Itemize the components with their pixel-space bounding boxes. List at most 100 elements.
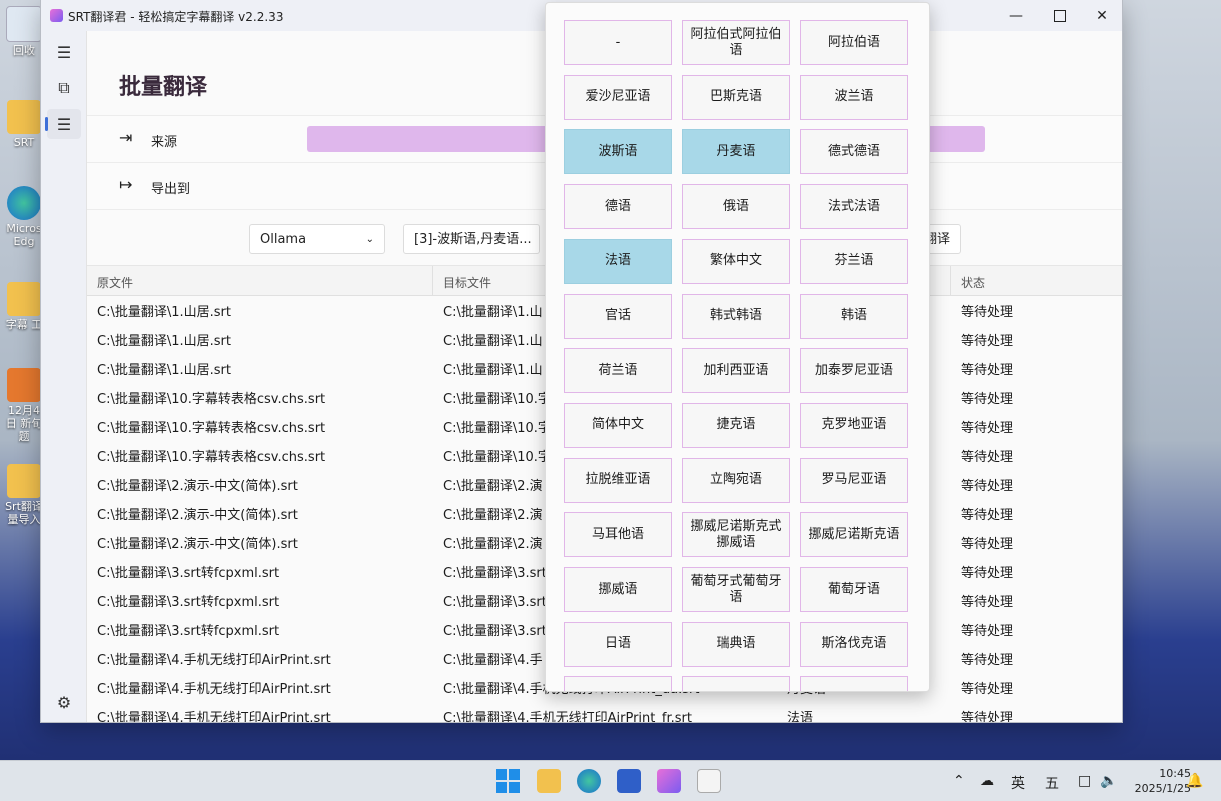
engine-dropdown[interactable]: Ollama ⌄ bbox=[249, 224, 385, 254]
edge-button[interactable] bbox=[577, 769, 601, 793]
language-option[interactable]: 德式德语 bbox=[800, 129, 908, 175]
desktop-icon-label: 12月4日 新旬题 bbox=[5, 404, 43, 443]
language-option[interactable]: 捷克语 bbox=[682, 402, 790, 448]
language-option[interactable]: 荷兰语 bbox=[564, 348, 672, 394]
language-option[interactable]: 日语 bbox=[564, 621, 672, 667]
clock[interactable]: 10:45 2025/1/25 bbox=[1135, 766, 1191, 796]
volume-icon[interactable]: 🔈 bbox=[1100, 773, 1117, 789]
nav-item-single[interactable]: ⧉ bbox=[47, 73, 81, 103]
language-option[interactable]: 阿拉伯语 bbox=[800, 20, 908, 65]
language-option[interactable]: 立陶宛语 bbox=[682, 457, 790, 503]
column-divider[interactable] bbox=[950, 266, 951, 295]
maximize-button[interactable] bbox=[1038, 0, 1082, 31]
app-icon bbox=[7, 368, 41, 402]
language-option[interactable]: 斯洛伐克语 bbox=[800, 621, 908, 667]
language-option[interactable]: 拉脱维亚语 bbox=[564, 457, 672, 503]
table-row[interactable]: C:\批量翻译\4.手机无线打印AirPrint.srt C:\批量翻译\4.手机… bbox=[87, 701, 1122, 722]
onedrive-icon[interactable]: ☁ bbox=[980, 773, 994, 789]
export-arrow-icon: ↦ bbox=[119, 175, 133, 194]
language-option[interactable]: 法式法语 bbox=[800, 184, 908, 230]
status-cell: 等待处理 bbox=[961, 363, 1014, 378]
language-option[interactable]: 马耳他语 bbox=[564, 512, 672, 558]
desktop-icon-doc[interactable]: 12月4日 新旬题 bbox=[4, 368, 44, 443]
window-title: SRT翻译君 - 轻松搞定字幕翻译 v2.2.33 bbox=[68, 10, 284, 24]
network-icon[interactable]: □ bbox=[1078, 773, 1091, 789]
source-file-cell: C:\批量翻译\4.手机无线打印AirPrint.srt bbox=[97, 682, 331, 697]
minimize-icon: — bbox=[1009, 7, 1023, 24]
language-option[interactable]: 挪威尼诺斯克式挪威语 bbox=[682, 512, 790, 558]
source-file-cell: C:\批量翻译\4.手机无线打印AirPrint.srt bbox=[97, 653, 331, 668]
s-app-button[interactable] bbox=[697, 769, 721, 793]
language-option[interactable]: 繁体中文 bbox=[682, 238, 790, 284]
desktop-icon-recycle[interactable]: 回收 bbox=[4, 6, 44, 57]
srt-app-button[interactable] bbox=[657, 769, 681, 793]
language-option[interactable]: 葡萄牙语 bbox=[800, 567, 908, 612]
nav-rail: ☰ ⧉ ☰ ⚙ bbox=[41, 31, 86, 722]
language-option[interactable]: 加泰罗尼亚语 bbox=[800, 348, 908, 394]
language-option[interactable]: 葡萄牙式葡萄牙语 bbox=[682, 567, 790, 612]
language-option-partial[interactable] bbox=[682, 676, 790, 691]
status-cell: 等待处理 bbox=[961, 450, 1014, 465]
language-option[interactable]: 罗马尼亚语 bbox=[800, 457, 908, 503]
language-option[interactable]: 阿拉伯式阿拉伯语 bbox=[682, 20, 790, 65]
language-option[interactable]: 波斯语 bbox=[564, 129, 672, 175]
language-option[interactable]: - bbox=[564, 20, 672, 65]
folder-icon bbox=[7, 100, 41, 134]
language-option[interactable]: 加利西亚语 bbox=[682, 348, 790, 394]
language-option[interactable]: 爱沙尼亚语 bbox=[564, 74, 672, 120]
ime-indicator[interactable]: 英 bbox=[1011, 773, 1025, 793]
minimize-button[interactable]: — bbox=[994, 0, 1038, 31]
source-file-cell: C:\批量翻译\3.srt转fcpxml.srt bbox=[97, 595, 280, 610]
maximize-icon bbox=[1054, 9, 1066, 22]
tray-chevron-up-icon[interactable]: ⌃ bbox=[953, 773, 965, 789]
desktop-icon-edge[interactable]: Micros Edg bbox=[4, 186, 44, 248]
language-option[interactable]: 俄语 bbox=[682, 184, 790, 230]
language-select-value: [3]-波斯语,丹麦语... bbox=[414, 232, 532, 247]
desktop-icon-srt[interactable]: SRT bbox=[4, 100, 44, 149]
desktop-icon-tool[interactable]: 字幕 工 bbox=[4, 282, 44, 331]
language-option[interactable]: 克罗地亚语 bbox=[800, 402, 908, 448]
notification-bell-icon[interactable]: 🔔 bbox=[1186, 773, 1203, 789]
menu-button[interactable]: ☰ bbox=[47, 37, 81, 67]
file-explorer-button[interactable] bbox=[537, 769, 561, 793]
column-divider[interactable] bbox=[432, 266, 433, 295]
language-option[interactable]: 韩式韩语 bbox=[682, 293, 790, 339]
language-option[interactable]: 瑞典语 bbox=[682, 621, 790, 667]
settings-button[interactable]: ⚙ bbox=[47, 687, 81, 717]
language-option[interactable]: 法语 bbox=[564, 238, 672, 284]
status-cell: 等待处理 bbox=[961, 305, 1014, 320]
target-file-cell: C:\批量翻译\2.演 bbox=[443, 479, 543, 494]
ime-mode-indicator[interactable]: 五 bbox=[1045, 773, 1059, 793]
target-file-cell: C:\批量翻译\1.山 bbox=[443, 305, 543, 320]
start-button[interactable] bbox=[496, 769, 520, 793]
source-file-cell: C:\批量翻译\1.山居.srt bbox=[97, 334, 231, 349]
desktop-icon-label: Srt翻译 量导入 bbox=[5, 500, 43, 526]
language-option[interactable]: 简体中文 bbox=[564, 402, 672, 448]
desktop-icon-label: 回收 bbox=[13, 44, 35, 57]
language-option[interactable]: 挪威语 bbox=[564, 567, 672, 612]
language-option[interactable]: 芬兰语 bbox=[800, 238, 908, 284]
source-file-cell: C:\批量翻译\10.字幕转表格csv.chs.srt bbox=[97, 421, 326, 436]
language-option-partial[interactable] bbox=[564, 676, 672, 691]
target-file-cell: C:\批量翻译\3.srt bbox=[443, 566, 547, 581]
status-cell: 等待处理 bbox=[961, 421, 1014, 436]
recycle-bin-icon bbox=[6, 6, 42, 42]
source-file-cell: C:\批量翻译\2.演示-中文(简体).srt bbox=[97, 508, 298, 523]
language-option[interactable]: 德语 bbox=[564, 184, 672, 230]
source-label: 来源 bbox=[151, 135, 178, 150]
language-option[interactable]: 巴斯克语 bbox=[682, 74, 790, 120]
status-cell: 等待处理 bbox=[961, 479, 1014, 494]
language-option-partial[interactable] bbox=[800, 676, 908, 691]
nav-item-batch[interactable]: ☰ bbox=[45, 109, 81, 139]
status-cell: 等待处理 bbox=[961, 682, 1014, 697]
folder-icon bbox=[7, 282, 41, 316]
language-option[interactable]: 波兰语 bbox=[800, 74, 908, 120]
close-button[interactable]: ✕ bbox=[1080, 0, 1122, 31]
language-option[interactable]: 丹麦语 bbox=[682, 129, 790, 175]
desktop-icon-import[interactable]: Srt翻译 量导入 bbox=[4, 464, 44, 526]
language-option[interactable]: 韩语 bbox=[800, 293, 908, 339]
store-button[interactable] bbox=[617, 769, 641, 793]
language-option[interactable]: 官话 bbox=[564, 293, 672, 339]
language-option[interactable]: 挪威尼诺斯克语 bbox=[800, 512, 908, 558]
language-select[interactable]: [3]-波斯语,丹麦语... bbox=[403, 224, 540, 254]
